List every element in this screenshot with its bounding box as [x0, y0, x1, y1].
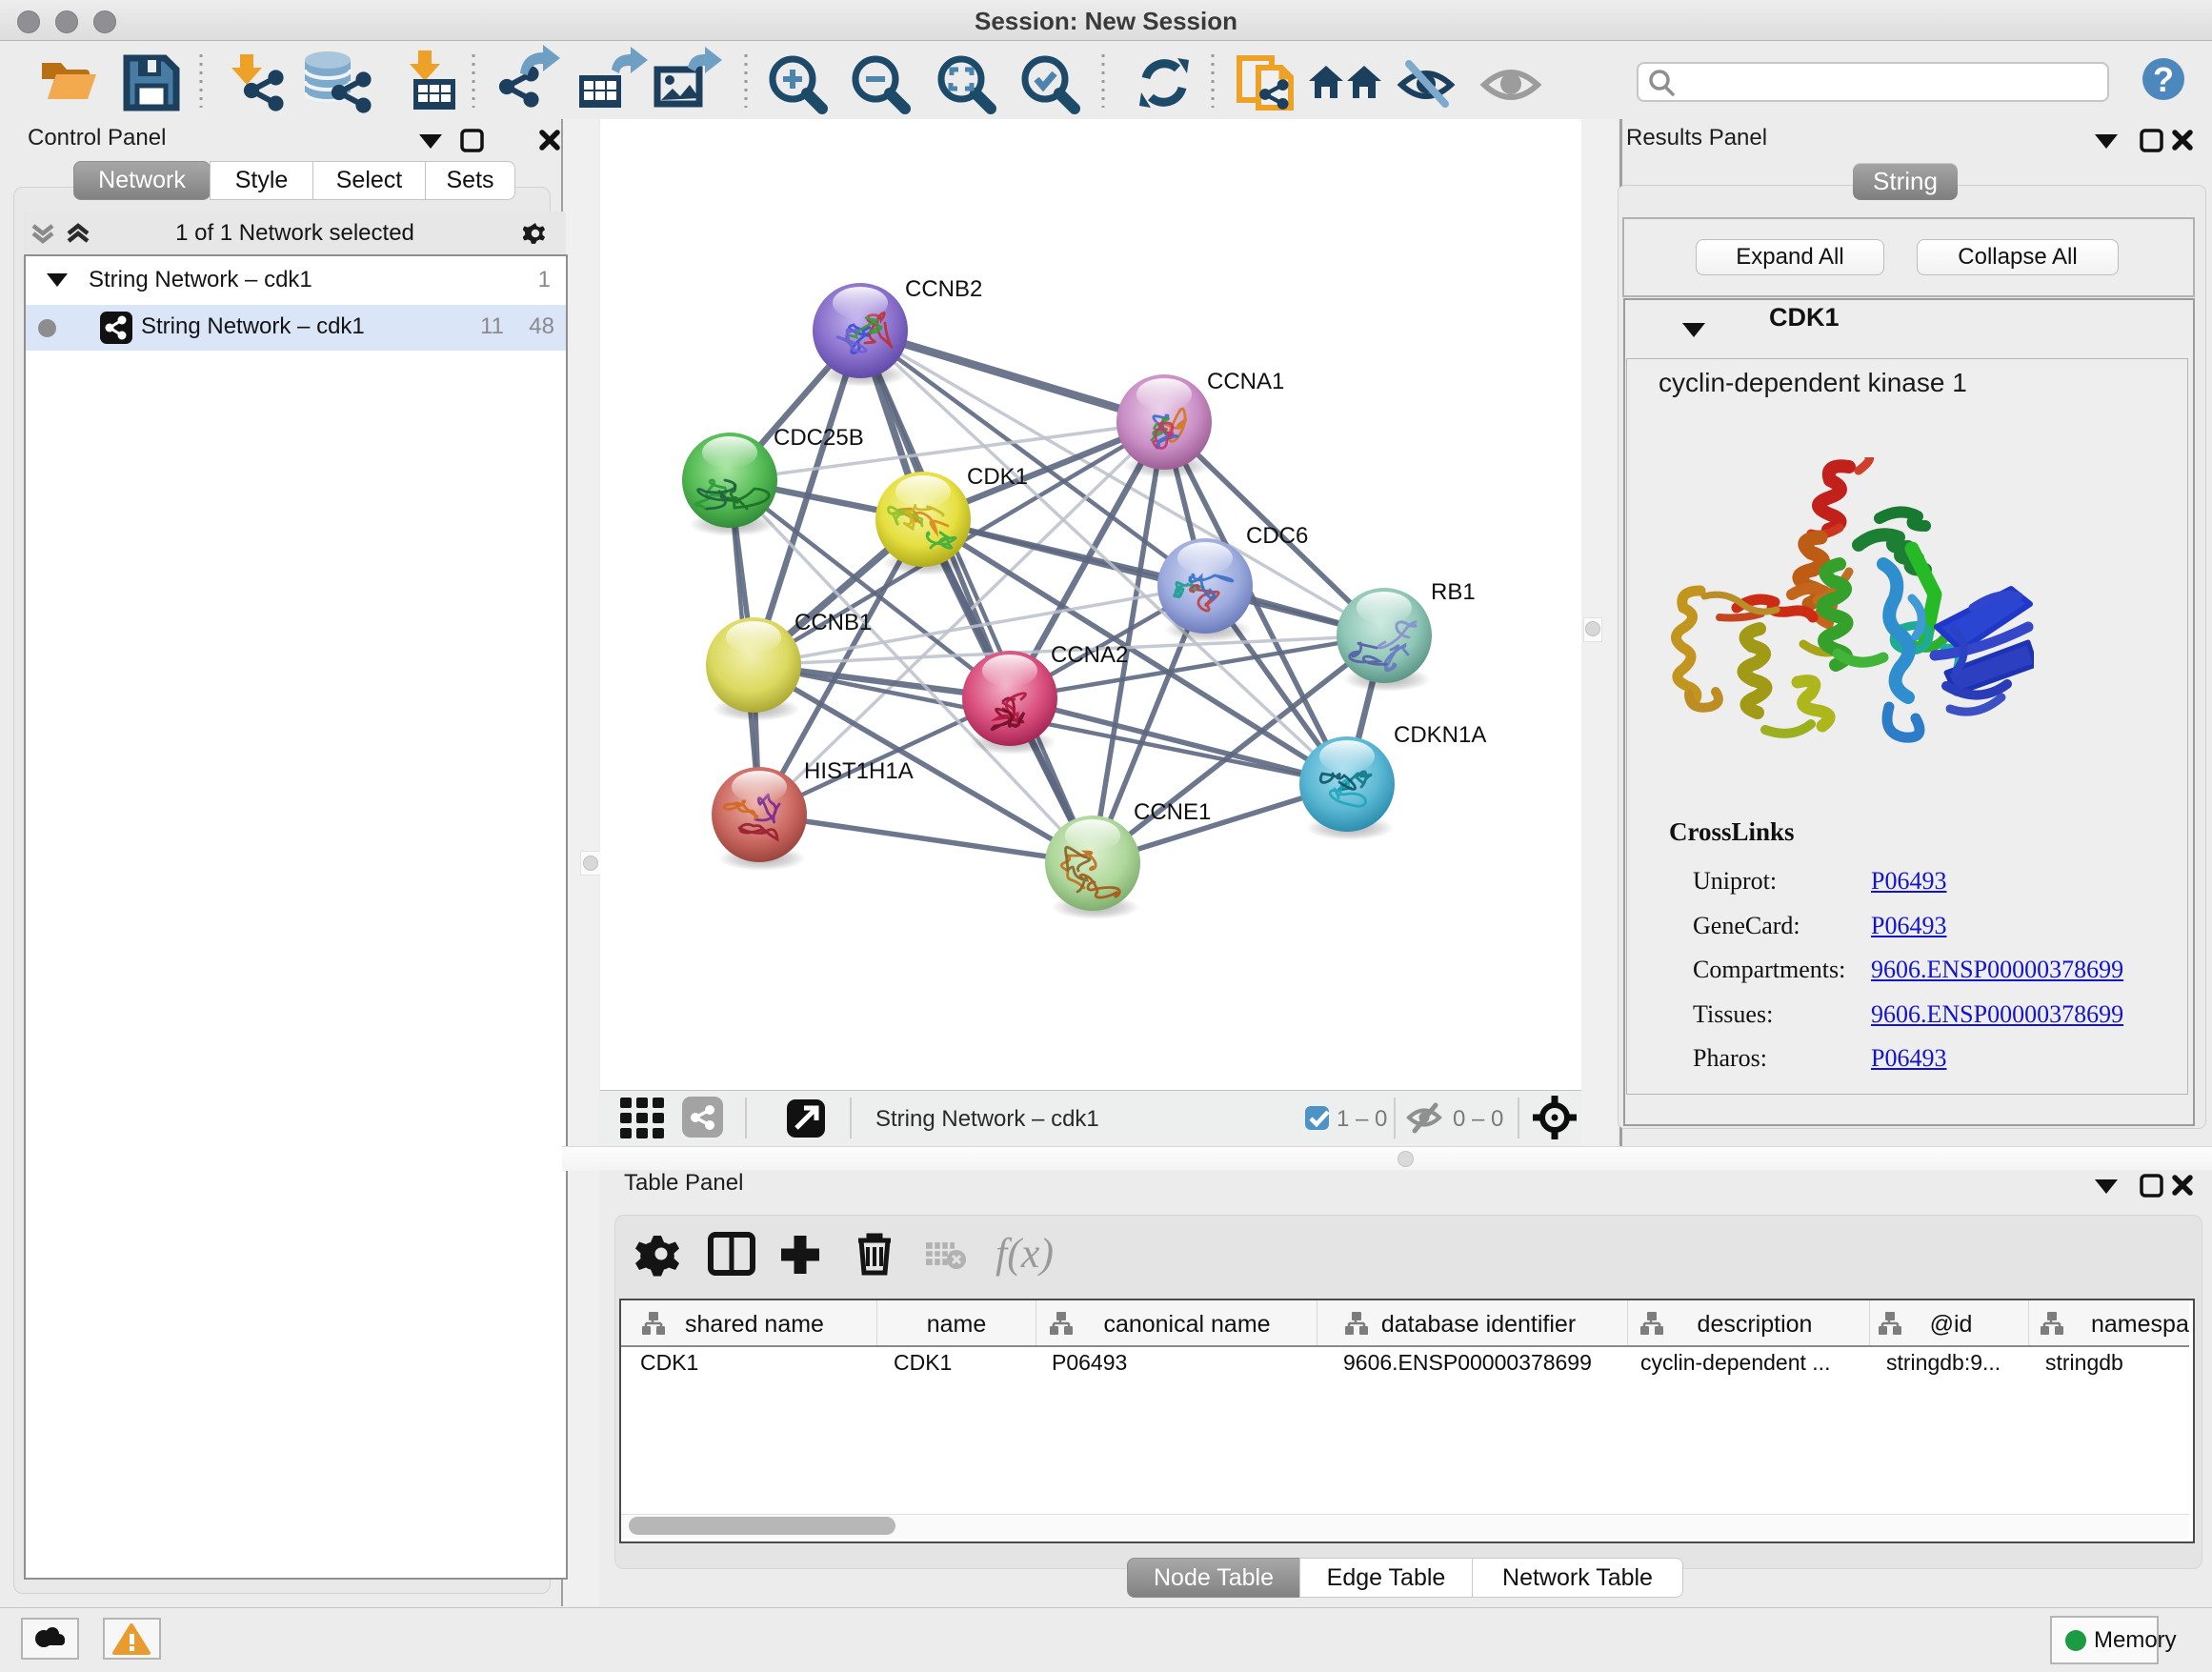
svg-text:namespac: namespac [2091, 1311, 2189, 1338]
svg-text:CDK1: CDK1 [967, 464, 1028, 490]
svg-text:shared name: shared name [685, 1311, 824, 1338]
svg-text:CDC6: CDC6 [1246, 523, 1308, 549]
svg-text:name: name [927, 1311, 987, 1338]
svg-text:canonical name: canonical name [1103, 1311, 1270, 1338]
svg-text:database identifier: database identifier [1381, 1311, 1576, 1338]
svg-text:@id: @id [1930, 1311, 1973, 1338]
svg-text:CCNB2: CCNB2 [905, 276, 982, 302]
svg-text:0 – 0: 0 – 0 [1453, 1106, 1503, 1132]
svg-text:RB1: RB1 [1431, 579, 1476, 605]
svg-text:CDC25B: CDC25B [774, 425, 864, 451]
svg-text:1 – 0: 1 – 0 [1337, 1106, 1387, 1132]
svg-text:String Network – cdk1: String Network – cdk1 [875, 1106, 1099, 1132]
svg-text:CDKN1A: CDKN1A [1394, 722, 1486, 748]
svg-text:CCNE1: CCNE1 [1134, 799, 1211, 825]
svg-text:CCNA2: CCNA2 [1051, 642, 1128, 668]
svg-text:f(x): f(x) [995, 1230, 1054, 1277]
svg-text:description: description [1698, 1311, 1813, 1338]
svg-text:?: ? [2153, 60, 2174, 99]
svg-text:CCNA1: CCNA1 [1207, 369, 1284, 394]
svg-text:HIST1H1A: HIST1H1A [804, 758, 914, 784]
svg-text:CCNB1: CCNB1 [794, 610, 872, 635]
